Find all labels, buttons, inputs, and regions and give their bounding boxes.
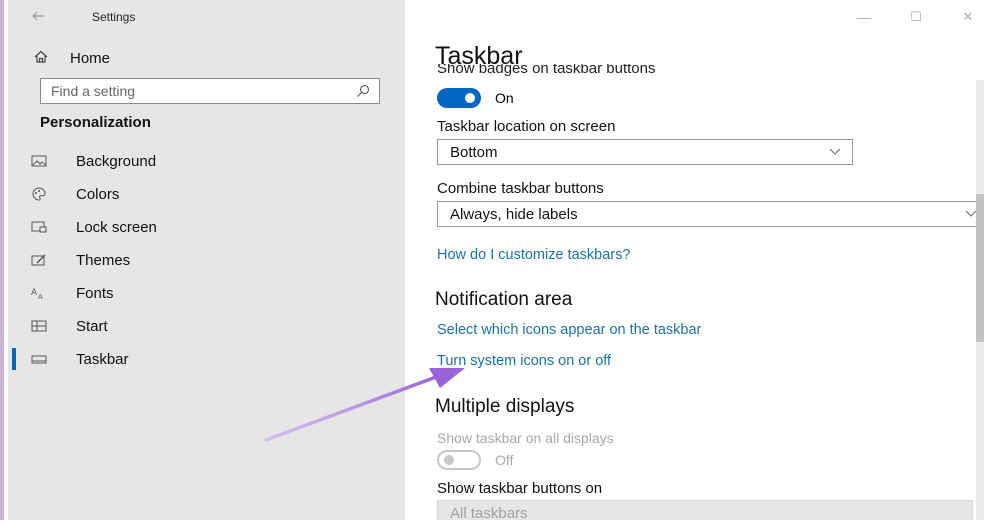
close-button[interactable]: ✕	[942, 0, 990, 34]
sidebar: Settings Home Personalization Background	[8, 0, 405, 520]
sidebar-item-fonts[interactable]: AA Fonts	[8, 278, 405, 308]
sidebar-item-lock-screen[interactable]: Lock screen	[8, 212, 405, 242]
customize-taskbars-link[interactable]: How do I customize taskbars?	[437, 247, 630, 263]
combine-value: Always, hide labels	[450, 205, 578, 223]
buttons-on-label: Show taskbar buttons on	[437, 480, 603, 497]
minimize-button[interactable]: —	[838, 0, 890, 34]
window-controls: — ☐ ✕	[838, 0, 990, 34]
maximize-button[interactable]: ☐	[890, 0, 942, 34]
toggle-state: On	[495, 90, 514, 106]
show-all-displays-toggle[interactable]: Off	[437, 450, 513, 470]
system-icons-link[interactable]: Turn system icons on or off	[437, 353, 611, 369]
toggle-thumb	[465, 93, 475, 103]
toggle-track[interactable]	[437, 450, 481, 470]
palette-icon	[30, 185, 48, 203]
lock-screen-icon	[30, 218, 48, 236]
sidebar-item-label: Themes	[76, 251, 131, 269]
scrollbar-thumb[interactable]	[976, 194, 984, 342]
buttons-on-value: All taskbars	[450, 504, 528, 520]
main-content: — ☐ ✕ Taskbar Show badges on taskbar but…	[405, 0, 990, 520]
toggle-thumb	[444, 455, 454, 465]
svg-text:A: A	[31, 288, 38, 298]
select-icons-link[interactable]: Select which icons appear on the taskbar	[437, 322, 701, 338]
location-label: Taskbar location on screen	[437, 118, 616, 135]
combine-label: Combine taskbar buttons	[437, 180, 604, 197]
show-all-displays-label: Show taskbar on all displays	[437, 430, 614, 446]
home-label: Home	[70, 49, 111, 67]
search-icon[interactable]	[355, 83, 371, 99]
search-input[interactable]	[41, 79, 341, 103]
chevron-down-icon	[828, 144, 842, 158]
sidebar-item-start[interactable]: Start	[8, 311, 405, 341]
location-value: Bottom	[450, 143, 498, 161]
sidebar-item-label: Taskbar	[76, 350, 129, 368]
sidebar-item-themes[interactable]: Themes	[8, 245, 405, 275]
location-dropdown[interactable]: Bottom	[437, 139, 853, 165]
sidebar-item-taskbar[interactable]: Taskbar	[8, 344, 405, 374]
sidebar-item-home[interactable]: Home	[32, 46, 382, 70]
sidebar-item-label: Colors	[76, 185, 120, 203]
home-icon	[32, 48, 52, 68]
settings-window: Settings Home Personalization Background	[0, 0, 990, 520]
badges-label: Show badges on taskbar buttons	[437, 64, 655, 80]
start-icon	[30, 317, 48, 335]
sidebar-item-label: Fonts	[76, 284, 114, 302]
brush-icon	[30, 251, 48, 269]
back-arrow-icon[interactable]	[30, 8, 50, 28]
app-title: Settings	[92, 10, 136, 24]
search-box[interactable]	[40, 78, 380, 104]
badges-label-text: Show badges on taskbar buttons	[437, 64, 656, 77]
toggle-track[interactable]	[437, 88, 481, 108]
active-indicator	[12, 348, 16, 370]
sidebar-item-label: Start	[76, 317, 108, 335]
sidebar-item-colors[interactable]: Colors	[8, 179, 405, 209]
buttons-on-dropdown[interactable]: All taskbars	[437, 500, 973, 520]
multiple-displays-heading: Multiple displays	[435, 396, 575, 417]
sidebar-item-label: Lock screen	[76, 218, 157, 236]
section-title: Personalization	[40, 114, 151, 131]
sidebar-item-background[interactable]: Background	[8, 146, 405, 176]
sidebar-item-label: Background	[76, 152, 157, 170]
font-icon: AA	[30, 284, 48, 302]
notification-area-heading: Notification area	[435, 289, 573, 310]
toggle-state: Off	[495, 452, 514, 468]
badges-toggle[interactable]: On	[437, 88, 514, 108]
title-bar: Settings	[8, 0, 405, 36]
picture-icon	[30, 152, 48, 170]
taskbar-icon	[30, 350, 48, 368]
combine-dropdown[interactable]: Always, hide labels	[437, 201, 977, 227]
svg-text:A: A	[38, 293, 43, 300]
